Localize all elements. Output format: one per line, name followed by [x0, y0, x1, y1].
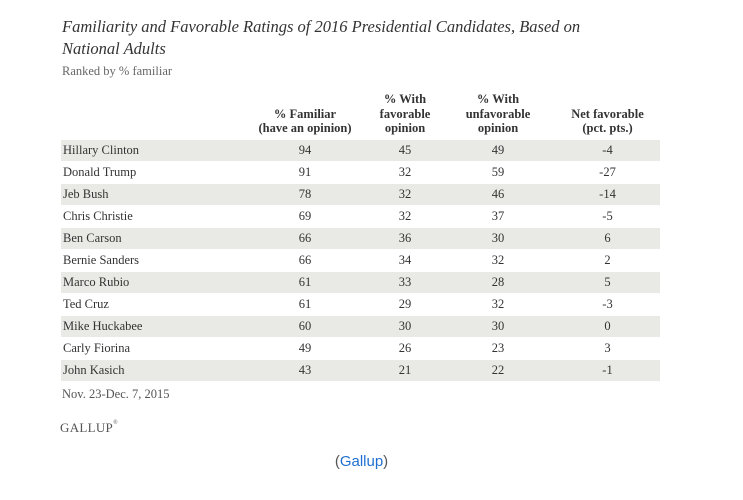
net-favorable-value: -1	[555, 358, 660, 381]
familiar-value: 66	[241, 226, 369, 249]
favorable-value: 45	[369, 138, 441, 161]
favorable-value: 32	[369, 160, 441, 183]
candidate-name: Jeb Bush	[61, 182, 241, 205]
net-favorable-value: 0	[555, 314, 660, 337]
candidate-name: John Kasich	[61, 358, 241, 381]
candidate-name: Chris Christie	[61, 204, 241, 227]
table-subtitle: Ranked by % familiar	[62, 64, 173, 78]
candidate-name: Marco Rubio	[61, 270, 241, 293]
table-row: Donald Trump 91 32 59 -27	[61, 160, 660, 183]
date-range: Nov. 23-Dec. 7, 2015	[62, 387, 170, 401]
net-favorable-value: -4	[555, 138, 660, 161]
candidate-name: Donald Trump	[61, 160, 241, 183]
table-row: Mike Huckabee 60 30 30 0	[61, 314, 660, 337]
unfavorable-value: 30	[441, 226, 555, 249]
candidate-name: Carly Fiorina	[61, 336, 241, 359]
net-favorable-value: -3	[555, 292, 660, 315]
table-row: Hillary Clinton 94 45 49 -4	[61, 138, 660, 161]
table-row: Ted Cruz 61 29 32 -3	[61, 292, 660, 315]
favorable-value: 30	[369, 314, 441, 337]
net-favorable-value: -14	[555, 182, 660, 205]
favorable-value: 26	[369, 336, 441, 359]
net-favorable-value: -27	[555, 160, 660, 183]
header-net-favorable: Net favorable (pct. pts.)	[571, 106, 644, 136]
unfavorable-value: 59	[441, 160, 555, 183]
header-row: % Familiar (have an opinion) % With favo…	[61, 92, 660, 139]
net-favorable-value: 3	[555, 336, 660, 359]
table-row: Marco Rubio 61 33 28 5	[61, 270, 660, 293]
registered-mark-icon: ®	[113, 420, 118, 426]
table-row: Chris Christie 69 32 37 -5	[61, 204, 660, 227]
favorable-value: 29	[369, 292, 441, 315]
familiar-value: 91	[241, 160, 369, 183]
candidate-name: Mike Huckabee	[61, 314, 241, 337]
favorable-value: 32	[369, 204, 441, 227]
ratings-table: % Familiar (have an opinion) % With favo…	[61, 92, 660, 381]
net-favorable-value: -5	[555, 204, 660, 227]
header-candidate	[61, 92, 241, 139]
familiar-value: 61	[241, 270, 369, 293]
table-row: Ben Carson 66 36 30 6	[61, 226, 660, 249]
favorable-value: 36	[369, 226, 441, 249]
candidate-name: Ben Carson	[61, 226, 241, 249]
unfavorable-value: 46	[441, 182, 555, 205]
unfavorable-value: 23	[441, 336, 555, 359]
familiar-value: 43	[241, 358, 369, 381]
net-favorable-value: 5	[555, 270, 660, 293]
unfavorable-value: 32	[441, 292, 555, 315]
table-title: Familiarity and Favorable Ratings of 201…	[62, 17, 581, 58]
candidate-name: Hillary Clinton	[61, 138, 241, 161]
header-familiar: % Familiar (have an opinion)	[258, 106, 352, 136]
net-favorable-value: 2	[555, 248, 660, 271]
familiar-value: 66	[241, 248, 369, 271]
table-row: Jeb Bush 78 32 46 -14	[61, 182, 660, 205]
familiar-value: 78	[241, 182, 369, 205]
table-row: Bernie Sanders 66 34 32 2	[61, 248, 660, 271]
header-unfavorable: % With unfavorable opinion	[465, 92, 531, 135]
image-caption: (Gallup)	[334, 453, 389, 470]
favorable-value: 34	[369, 248, 441, 271]
header-favorable: % With favorable opinion	[379, 92, 431, 135]
familiar-value: 61	[241, 292, 369, 315]
unfavorable-value: 49	[441, 138, 555, 161]
candidate-name: Ted Cruz	[61, 292, 241, 315]
familiar-value: 60	[241, 314, 369, 337]
favorable-value: 33	[369, 270, 441, 293]
unfavorable-value: 28	[441, 270, 555, 293]
unfavorable-value: 22	[441, 358, 555, 381]
familiar-value: 94	[241, 138, 369, 161]
unfavorable-value: 30	[441, 314, 555, 337]
unfavorable-value: 37	[441, 204, 555, 227]
familiar-value: 49	[241, 336, 369, 359]
favorable-value: 21	[369, 358, 441, 381]
table-row: John Kasich 43 21 22 -1	[61, 358, 660, 381]
familiar-value: 69	[241, 204, 369, 227]
favorable-value: 32	[369, 182, 441, 205]
table-row: Carly Fiorina 49 26 23 3	[61, 336, 660, 359]
gallup-logo: GALLUP®	[60, 420, 118, 435]
gallup-link[interactable]: Gallup	[340, 453, 383, 470]
table-body: Hillary Clinton 94 45 49 -4 Donald Trump 91 32 5…	[61, 138, 660, 381]
net-favorable-value: 6	[555, 226, 660, 249]
unfavorable-value: 32	[441, 248, 555, 271]
candidate-name: Bernie Sanders	[61, 248, 241, 271]
